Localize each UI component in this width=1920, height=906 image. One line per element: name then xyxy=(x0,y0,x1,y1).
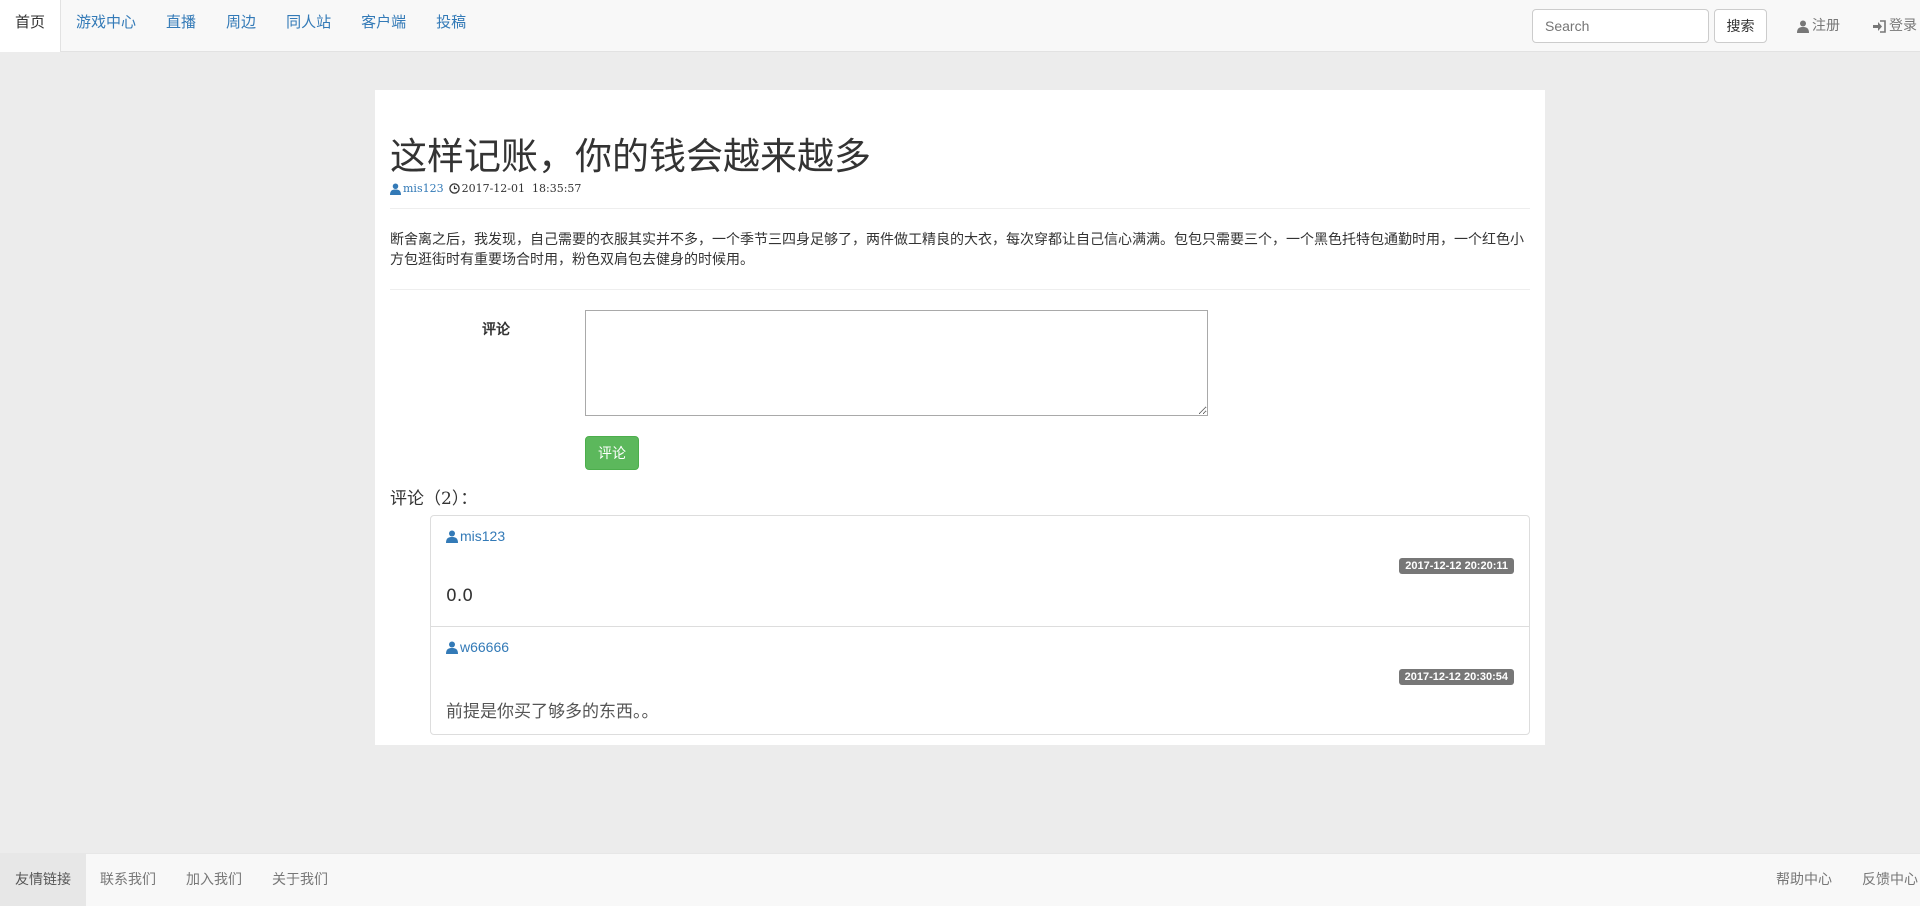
comment-time-badge: 2017-12-12 20:20:11 xyxy=(1399,558,1514,574)
comment-author-name: w66666 xyxy=(460,639,510,655)
clock-icon xyxy=(448,183,460,194)
article-card: 这样记账，你的钱会越来越多 mis123 2017-12-01 18:35:57… xyxy=(375,90,1545,745)
nav-item-client[interactable]: 客户端 xyxy=(346,0,421,52)
comments-heading: 评论（2）： xyxy=(390,489,478,509)
article-title: 这样记账，你的钱会越来越多 xyxy=(390,135,871,178)
footer-navbar: 友情链接 联系我们 加入我们 关于我们 帮助中心 反馈中心 xyxy=(0,853,1920,906)
footer-link-contact[interactable]: 联系我们 xyxy=(100,854,156,906)
article-meta: mis123 2017-12-01 18:35:57 xyxy=(390,182,581,195)
register-label: 注册 xyxy=(1812,18,1840,34)
top-navbar: 首页 游戏中心 直播 周边 同人站 客户端 投稿 搜索 注册 登录 xyxy=(0,0,1920,52)
user-icon xyxy=(446,530,458,543)
footer-link-about[interactable]: 关于我们 xyxy=(272,854,328,906)
footer-link-feedback[interactable]: 反馈中心 xyxy=(1862,854,1918,906)
comment-author-link[interactable]: w66666 xyxy=(446,639,509,655)
comment-text: 前提是你买了够多的东西。。 xyxy=(446,702,659,722)
nav-item-live[interactable]: 直播 xyxy=(151,0,211,52)
divider xyxy=(390,289,1530,290)
user-icon xyxy=(446,641,458,654)
footer-link-friend-links[interactable]: 友情链接 xyxy=(0,854,86,906)
user-icon xyxy=(390,183,401,195)
nav-item-submit[interactable]: 投稿 xyxy=(421,0,481,52)
footer-link-join[interactable]: 加入我们 xyxy=(186,854,242,906)
comment-list: mis123 2017-12-12 20:20:11 0.0 w66666 20… xyxy=(430,515,1530,735)
search-input[interactable] xyxy=(1532,9,1709,43)
comment-author-name: mis123 xyxy=(460,528,506,544)
user-icon xyxy=(1797,20,1809,33)
main-nav: 首页 游戏中心 直播 周边 同人站 客户端 投稿 xyxy=(0,0,481,52)
login-label: 登录 xyxy=(1889,18,1917,34)
comment-author-link[interactable]: mis123 xyxy=(446,528,505,544)
comment-time-badge: 2017-12-12 20:30:54 xyxy=(1398,669,1514,685)
log-in-icon xyxy=(1873,19,1886,33)
nav-item-merch[interactable]: 周边 xyxy=(211,0,271,52)
comment-textarea[interactable] xyxy=(585,310,1208,416)
article-content: 断舍离之后，我发现，自己需要的衣服其实并不多，一个季节三四身足够了，两件做工精良… xyxy=(390,232,1524,268)
footer-link-help[interactable]: 帮助中心 xyxy=(1776,854,1832,906)
comment-item: w66666 2017-12-12 20:30:54 前提是你买了够多的东西。。 xyxy=(431,626,1529,736)
comment-form-label: 评论 xyxy=(482,322,510,338)
search-button[interactable]: 搜索 xyxy=(1714,9,1767,43)
divider xyxy=(390,208,1530,209)
nav-item-home[interactable]: 首页 xyxy=(0,0,62,52)
login-link[interactable]: 登录 xyxy=(1873,0,1917,52)
article-author-link[interactable]: mis123 xyxy=(403,182,444,195)
comment-text: 0.0 xyxy=(446,586,474,606)
submit-comment-button[interactable]: 评论 xyxy=(585,436,639,470)
nav-item-fan-site[interactable]: 同人站 xyxy=(271,0,346,52)
nav-item-game-center[interactable]: 游戏中心 xyxy=(61,0,151,52)
comment-item: mis123 2017-12-12 20:20:11 0.0 xyxy=(431,516,1529,626)
register-link[interactable]: 注册 xyxy=(1797,0,1840,52)
article-datetime: 2017-12-01 18:35:57 xyxy=(461,182,582,195)
